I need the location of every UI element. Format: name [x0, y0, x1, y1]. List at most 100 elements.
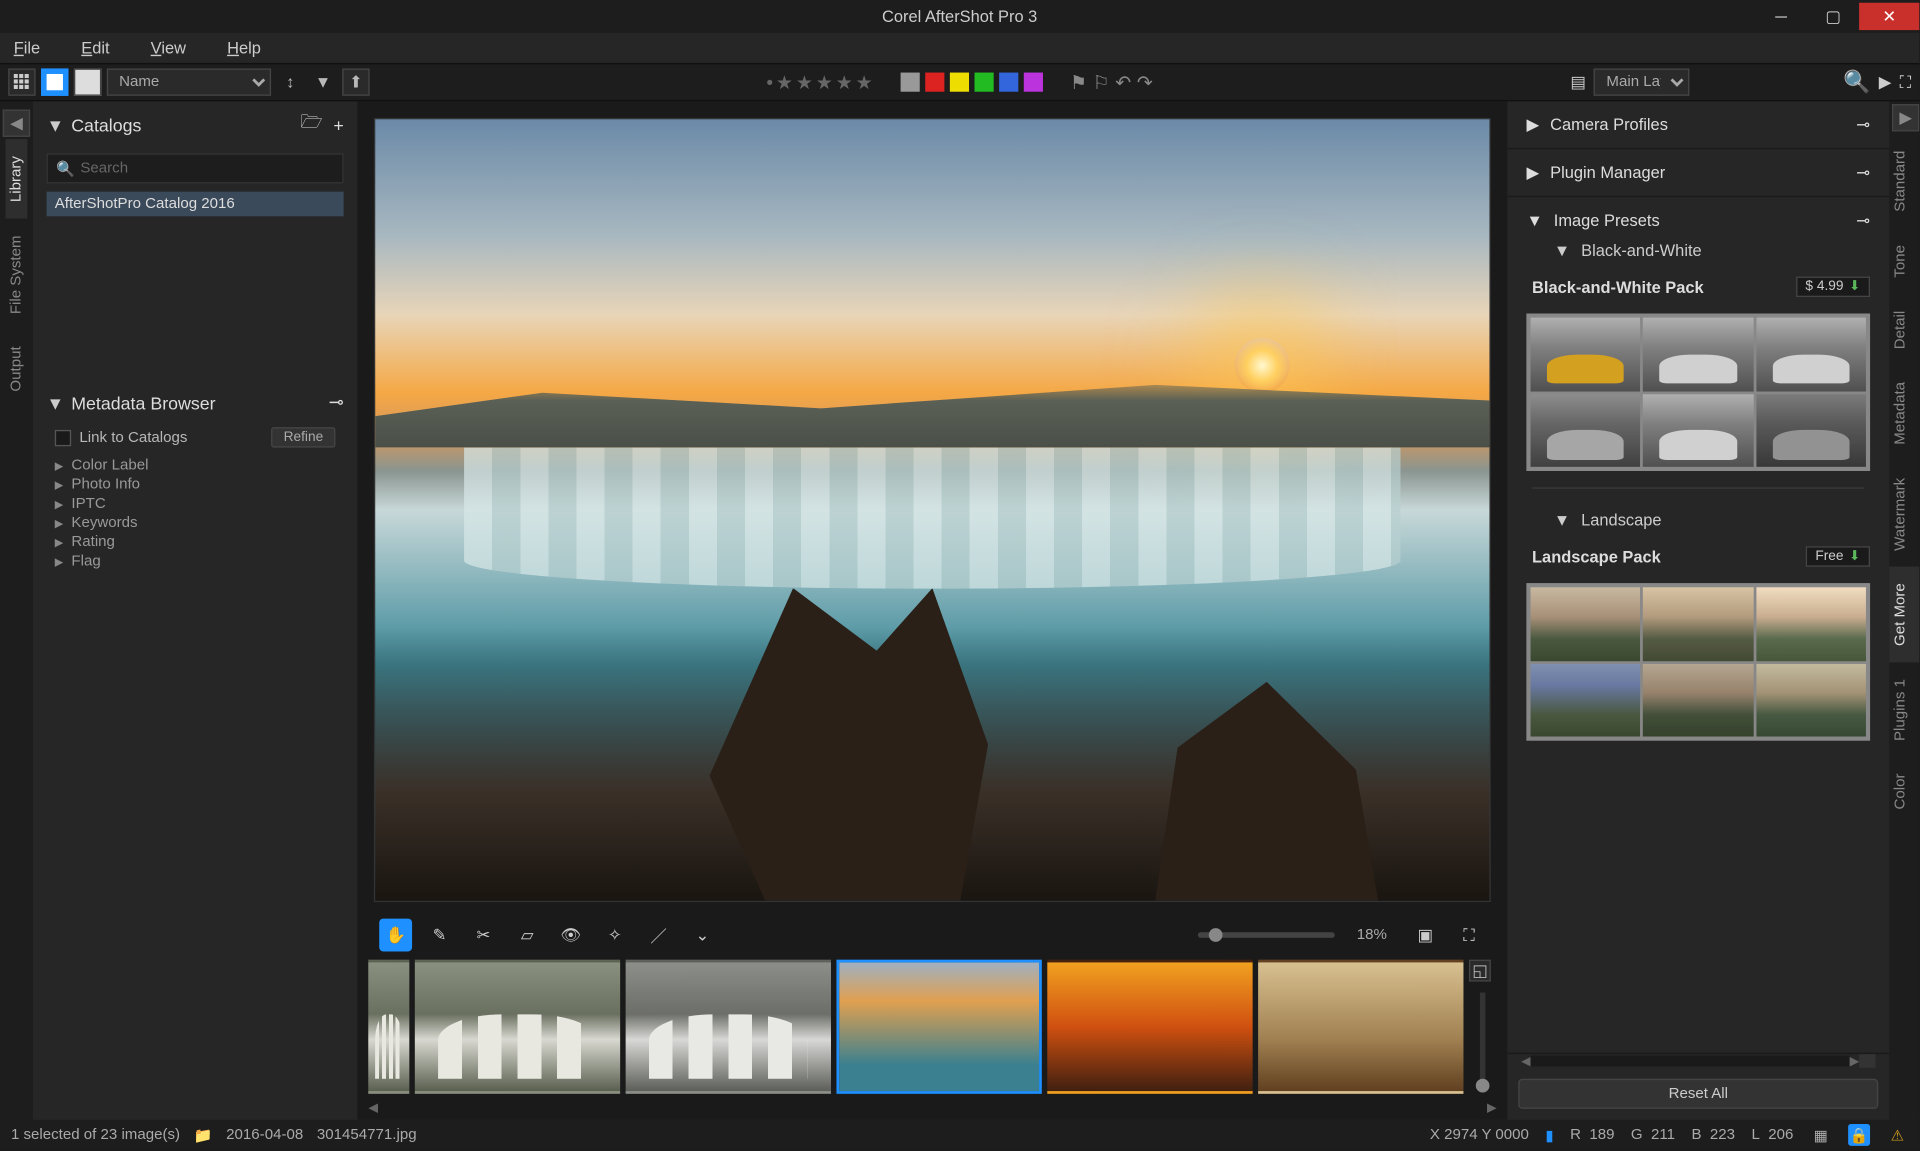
rtab-color[interactable]: Color — [1889, 757, 1919, 826]
tab-library[interactable]: Library — [5, 140, 27, 219]
straighten-tool[interactable]: ▱ — [511, 919, 544, 952]
rtab-standard[interactable]: Standard — [1889, 134, 1919, 228]
close-button[interactable]: ✕ — [1859, 3, 1919, 30]
rtab-detail[interactable]: Detail — [1889, 294, 1919, 365]
swatch-yellow[interactable] — [949, 73, 968, 92]
grid-view-button[interactable] — [8, 68, 35, 95]
rtab-plugins[interactable]: Plugins 1 — [1889, 662, 1919, 757]
main-image[interactable] — [374, 118, 1491, 902]
landscape-subheader[interactable]: ▼Landscape — [1527, 505, 1871, 535]
tool-dropdown[interactable]: ⌄ — [686, 919, 719, 952]
single-view-button[interactable] — [41, 68, 68, 95]
meta-photo-info[interactable]: ▶Photo Info — [55, 475, 336, 494]
redo-icon[interactable]: ↷ — [1137, 71, 1153, 94]
search-input[interactable]: 🔍 Search — [47, 153, 344, 183]
camera-profiles-header[interactable]: ▶Camera Profiles⊸ — [1527, 110, 1871, 140]
meta-rating[interactable]: ▶Rating — [55, 533, 336, 552]
status-warn-icon[interactable]: ⚠ — [1886, 1124, 1908, 1146]
reset-all-button[interactable]: Reset All — [1518, 1079, 1878, 1109]
right-hscroll[interactable]: ◀▶ — [1507, 1054, 1889, 1068]
heal-tool[interactable]: ✧ — [598, 919, 631, 952]
import-button[interactable]: ⬆ — [342, 68, 369, 95]
thumb-0[interactable] — [368, 960, 409, 1094]
link-catalogs-checkbox[interactable] — [55, 429, 71, 445]
thumb-5[interactable] — [1258, 960, 1463, 1094]
menu-file[interactable]: File — [14, 38, 41, 57]
bw-subheader[interactable]: ▼Black-and-White — [1527, 235, 1871, 265]
bw-preset-5[interactable] — [1643, 394, 1753, 467]
compare-view-button[interactable] — [74, 68, 101, 95]
catalogs-header[interactable]: ▼ Catalogs 🗁 + — [33, 101, 358, 148]
undo-icon[interactable]: ↶ — [1115, 71, 1131, 94]
meta-keywords[interactable]: ▶Keywords — [55, 513, 336, 532]
rtab-tone[interactable]: Tone — [1889, 228, 1919, 294]
catalog-add-icon[interactable]: + — [333, 114, 343, 135]
bw-preset-1[interactable] — [1531, 318, 1641, 391]
thumb-1[interactable] — [415, 960, 620, 1094]
sort-direction-button[interactable]: ↕ — [277, 68, 304, 95]
land-preset-1[interactable] — [1531, 587, 1641, 660]
swatch-red[interactable] — [925, 73, 944, 92]
status-grid-icon[interactable]: ▦ — [1810, 1124, 1832, 1146]
color-labels[interactable] — [900, 73, 1042, 92]
pan-tool[interactable]: ✋ — [379, 919, 412, 952]
fullscreen-icon[interactable]: ⛶ — [1900, 72, 1912, 93]
metadata-pin-icon[interactable]: ⊸ — [329, 392, 344, 414]
landscape-download-button[interactable]: Free⬇ — [1806, 546, 1870, 567]
swatch-gray[interactable] — [900, 73, 919, 92]
menu-view[interactable]: View — [151, 38, 186, 57]
tab-output[interactable]: Output — [5, 330, 27, 408]
metadata-header[interactable]: ▼ Metadata Browser ⊸ — [33, 383, 358, 421]
refine-button[interactable]: Refine — [271, 427, 335, 448]
flag-icon[interactable]: ⚑ — [1070, 71, 1087, 94]
land-preset-2[interactable] — [1643, 587, 1753, 660]
sort-dropdown[interactable]: Name — [107, 68, 271, 95]
catalog-folder-icon[interactable]: 🗁 — [300, 110, 322, 140]
land-preset-5[interactable] — [1643, 663, 1753, 736]
fit-icon[interactable]: ▣ — [1409, 919, 1442, 952]
bw-preset-3[interactable] — [1756, 318, 1866, 391]
filter-button[interactable]: ▼ — [309, 68, 336, 95]
swatch-purple[interactable] — [1023, 73, 1042, 92]
tab-filesystem[interactable]: File System — [5, 219, 27, 331]
layer-dropdown[interactable]: Main Layer — [1594, 68, 1690, 95]
meta-color-label[interactable]: ▶Color Label — [55, 456, 336, 475]
flag-off-icon[interactable]: ⚐ — [1093, 71, 1110, 94]
land-preset-6[interactable] — [1756, 663, 1866, 736]
crop-tool[interactable]: ✂ — [467, 919, 500, 952]
rating-stars[interactable]: •★★★★★ — [766, 71, 872, 94]
status-lock-icon[interactable]: 🔒 — [1848, 1124, 1870, 1146]
filmstrip-expand-icon[interactable]: ◱ — [1469, 960, 1491, 982]
nav-forward-button[interactable]: ▶ — [1892, 104, 1919, 131]
catalog-item[interactable]: AfterShotPro Catalog 2016 — [47, 192, 344, 217]
thumb-3-selected[interactable] — [837, 960, 1042, 1094]
maximize-button[interactable]: ▢ — [1807, 3, 1859, 30]
land-preset-3[interactable] — [1756, 587, 1866, 660]
expand-icon[interactable]: ⛶ — [1453, 919, 1486, 952]
land-preset-4[interactable] — [1531, 663, 1641, 736]
rtab-watermark[interactable]: Watermark — [1889, 461, 1919, 567]
meta-iptc[interactable]: ▶IPTC — [55, 494, 336, 513]
brush-tool[interactable]: ／ — [642, 919, 675, 952]
menu-edit[interactable]: Edit — [81, 38, 109, 57]
swatch-blue[interactable] — [999, 73, 1018, 92]
bw-buy-button[interactable]: $ 4.99⬇ — [1796, 277, 1870, 298]
bw-preset-4[interactable] — [1531, 394, 1641, 467]
meta-flag[interactable]: ▶Flag — [55, 552, 336, 571]
zoom-slider[interactable] — [1198, 932, 1335, 937]
thumb-2[interactable] — [626, 960, 831, 1094]
rtab-metadata[interactable]: Metadata — [1889, 365, 1919, 461]
filmstrip-size-slider[interactable] — [1480, 993, 1485, 1093]
eyedropper-tool[interactable]: ✎ — [423, 919, 456, 952]
menu-help[interactable]: Help — [227, 38, 261, 57]
swatch-green[interactable] — [974, 73, 993, 92]
nav-back-button[interactable]: ◀ — [3, 110, 30, 137]
bw-preset-2[interactable] — [1643, 318, 1753, 391]
bw-preset-6[interactable] — [1756, 394, 1866, 467]
rtab-getmore[interactable]: Get More — [1889, 567, 1919, 663]
layers-icon[interactable]: ▤ — [1570, 73, 1586, 92]
plugin-manager-header[interactable]: ▶Plugin Manager⊸ — [1527, 157, 1871, 187]
slideshow-icon[interactable]: ▶ — [1879, 73, 1892, 92]
thumb-4[interactable] — [1047, 960, 1252, 1094]
minimize-button[interactable]: ─ — [1755, 3, 1807, 30]
